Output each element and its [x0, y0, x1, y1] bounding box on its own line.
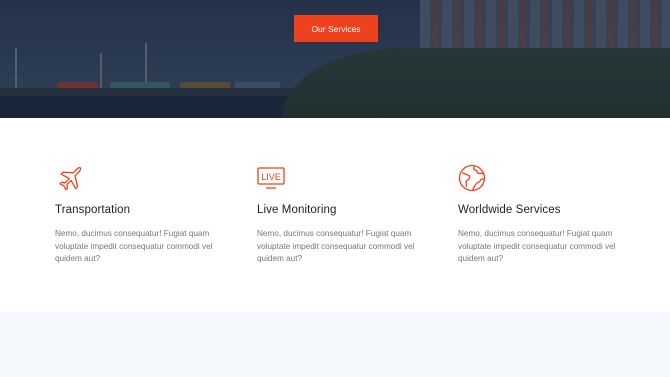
feature-description: Nemo, ducimus consequatur! Fugiat quam v… — [55, 229, 213, 263]
next-section-background — [0, 312, 670, 377]
live-icon: LIVE — [257, 167, 285, 189]
feature-title: Live Monitoring — [257, 204, 337, 216]
feature-title: Worldwide Services — [458, 204, 561, 216]
airplane-icon — [59, 166, 82, 191]
feature-live-monitoring: LIVE Live Monitoring Nemo, ducimus conse… — [257, 164, 427, 266]
feature-description: Nemo, ducimus consequatur! Fugiat quam v… — [458, 229, 616, 263]
features-section: Transportation Nemo, ducimus consequatur… — [0, 118, 670, 312]
feature-worldwide-services: Worldwide Services Nemo, ducimus consequ… — [458, 164, 628, 266]
our-services-button[interactable]: Our Services — [294, 15, 378, 42]
feature-transportation: Transportation Nemo, ducimus consequatur… — [55, 164, 225, 266]
svg-text:LIVE: LIVE — [261, 172, 281, 182]
hero-banner: Our Services — [0, 0, 670, 118]
feature-title: Transportation — [55, 204, 131, 216]
globe-icon — [458, 164, 486, 192]
feature-description: Nemo, ducimus consequatur! Fugiat quam v… — [257, 229, 415, 263]
